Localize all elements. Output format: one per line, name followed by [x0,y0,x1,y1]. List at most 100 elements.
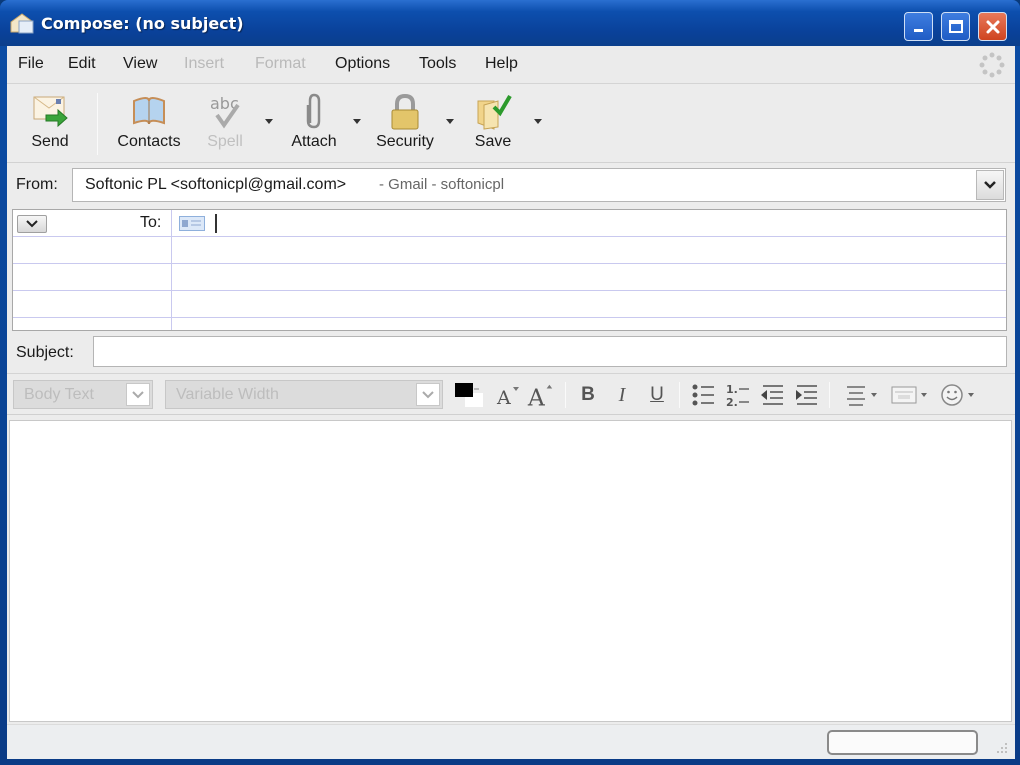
padlock-icon [391,93,419,130]
status-bar [7,724,1015,759]
numbered-list-icon: 1. 2. [726,383,749,408]
bold-button[interactable]: B [575,382,601,408]
smiley-button[interactable] [935,382,979,408]
attach-label: Attach [291,133,337,150]
compose-window: Compose: (no subject) File Edit View Ins… [0,0,1020,765]
compose-mail-icon [10,13,34,34]
larger-font-button[interactable]: A [527,382,555,409]
paperclip-icon [306,93,321,129]
outdent-button[interactable] [758,382,786,408]
format-separator [829,382,830,408]
from-account: - Gmail - softonicpl [379,176,505,193]
resize-grip-icon[interactable] [993,739,1009,755]
align-button[interactable] [841,382,881,408]
paragraph-style-dropdown [126,383,150,406]
insert-dropdown-arrow [921,393,927,397]
activity-throbber-icon [979,52,1005,78]
format-separator [565,382,566,408]
from-row: From: Softonic PL <softonicpl@gmail.com>… [7,164,1015,208]
indent-button[interactable] [792,382,820,408]
menu-file[interactable]: File [18,55,44,73]
subject-input[interactable] [93,336,1007,367]
save-dropdown-arrow[interactable] [534,119,542,124]
subject-label: Subject: [16,344,74,361]
smaller-font-icon: A [496,387,519,408]
menu-edit[interactable]: Edit [68,55,96,73]
recipient-row[interactable] [13,237,1006,264]
svg-text:2.: 2. [726,396,738,408]
menu-tools[interactable]: Tools [419,55,456,73]
font-dropdown [416,383,440,406]
main-toolbar: Send Contacts abc Spell Attach Security … [7,85,1015,163]
italic-button[interactable]: I [609,382,635,408]
recipient-row: To: [13,210,1006,237]
menu-help[interactable]: Help [485,55,518,73]
svg-text:A: A [496,387,511,408]
bulleted-list-button[interactable] [690,382,718,408]
contacts-button[interactable]: Contacts [109,91,189,157]
smiley-dropdown-arrow [968,393,974,397]
to-input[interactable] [211,212,991,234]
send-icon [33,96,68,128]
security-label: Security [376,133,434,150]
recipient-row[interactable] [13,264,1006,291]
security-dropdown-arrow[interactable] [446,119,454,124]
recipient-row[interactable] [13,291,1006,318]
svg-text:A: A [527,383,546,409]
insert-image-icon [891,386,917,404]
maximize-button[interactable] [941,12,970,41]
paragraph-style-value: Body Text [24,386,94,403]
title-bar[interactable]: Compose: (no subject) [0,0,1020,46]
menu-format: Format [255,55,306,72]
minimize-button[interactable] [904,12,933,41]
insert-object-button[interactable] [887,382,931,408]
save-folder-icon [477,94,512,130]
contacts-label: Contacts [117,133,181,150]
indent-icon [796,385,817,405]
spell-dropdown-arrow[interactable] [265,119,273,124]
chevron-down-icon [26,220,38,228]
send-button[interactable]: Send [15,91,85,157]
format-separator [679,382,680,408]
align-dropdown-arrow [871,393,877,397]
text-color-button[interactable] [453,382,487,408]
from-identity: Softonic PL <softonicpl@gmail.com> [85,176,347,193]
message-body-editor[interactable] [9,420,1012,722]
numbered-list-button[interactable]: 1. 2. [724,382,752,408]
close-button[interactable] [978,12,1007,41]
recipients-list: To: [12,209,1007,331]
spell-label: Spell [207,133,243,150]
save-button[interactable]: Save [463,91,523,157]
maximize-icon [948,19,963,33]
text-color-icon [455,383,483,407]
from-dropdown-button[interactable] [976,170,1004,200]
smaller-font-button[interactable]: A [495,382,521,408]
text-cursor [215,214,217,233]
underline-button[interactable]: U [644,382,670,408]
bulleted-list-icon [692,384,714,406]
close-icon [986,20,999,33]
font-value: Variable Width [176,386,279,403]
attach-button[interactable]: Attach [279,91,349,157]
security-button[interactable]: Security [365,91,445,157]
svg-text:1.: 1. [726,383,738,396]
chevron-down-icon [132,390,144,398]
status-progress-panel [827,730,978,755]
client-area: File Edit View Insert Format Options Too… [7,46,1015,759]
contact-card-icon [179,216,205,231]
from-select[interactable]: Softonic PL <softonicpl@gmail.com> - Gma… [72,168,1006,202]
minimize-icon [913,28,923,32]
recipient-type-select[interactable] [17,215,47,233]
menu-view[interactable]: View [123,55,157,73]
menu-insert: Insert [184,55,225,72]
from-label: From: [16,176,58,193]
font-select: Variable Width [165,380,443,409]
subject-row: Subject: [7,332,1015,372]
spellcheck-icon: abc [210,94,240,129]
attach-dropdown-arrow[interactable] [353,119,361,124]
smiley-icon [941,384,963,406]
menu-options[interactable]: Options [335,55,390,73]
larger-font-icon: A [527,383,553,409]
save-label: Save [474,133,512,150]
align-icon [847,386,865,406]
